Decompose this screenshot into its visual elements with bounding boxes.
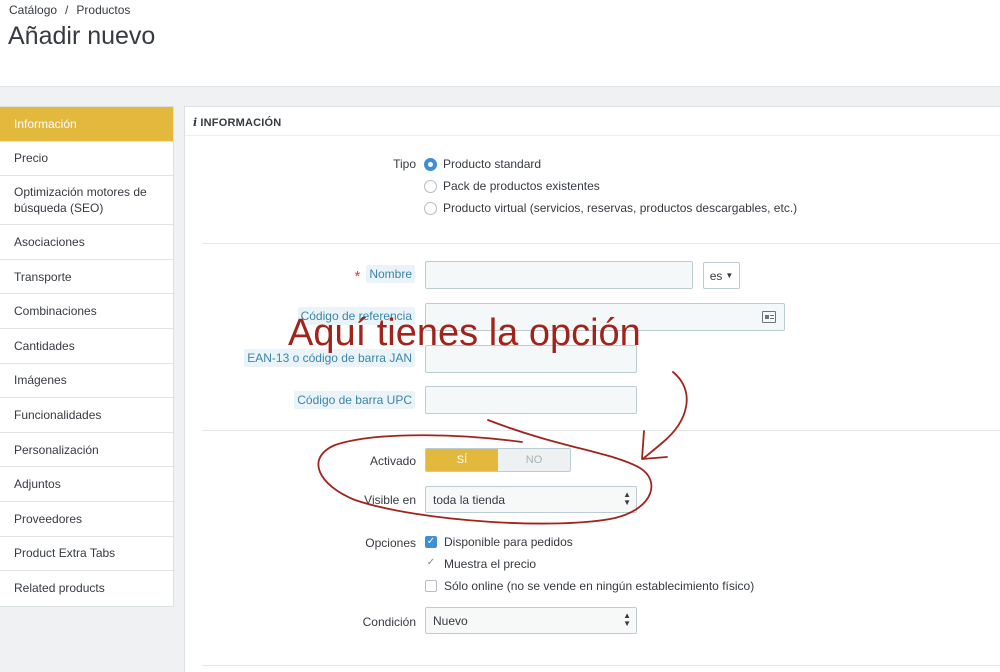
annotation-ellipse bbox=[317, 419, 653, 525]
annotation-arrow-head bbox=[641, 430, 668, 460]
annotation-arrow-curve bbox=[643, 371, 688, 459]
annotation-text: Aquí tienes la opción bbox=[288, 312, 641, 354]
